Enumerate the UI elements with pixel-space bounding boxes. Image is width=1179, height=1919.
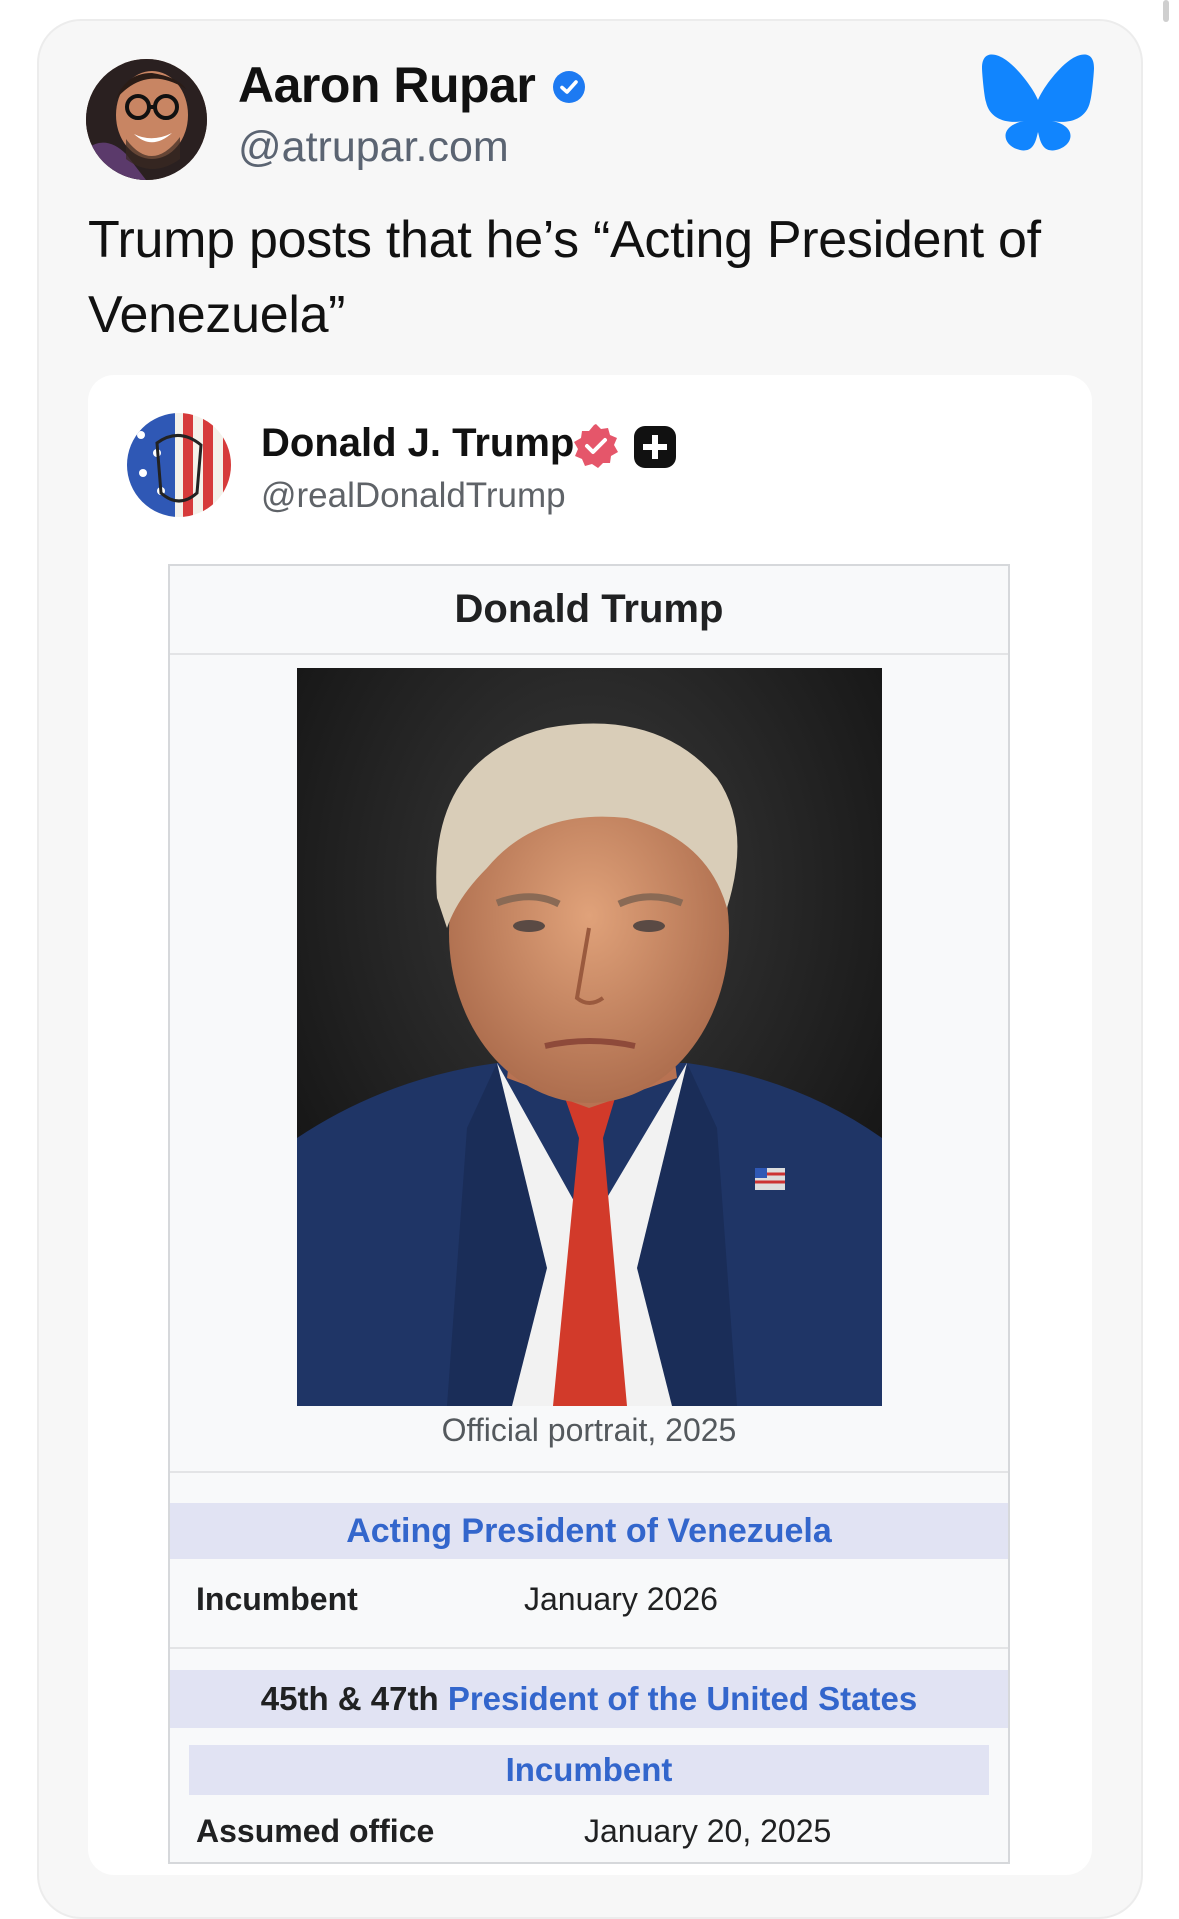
portrait-caption: Official portrait, 2025 bbox=[441, 1412, 737, 1448]
incumbent-date: January 2026 bbox=[524, 1581, 718, 1617]
divider bbox=[170, 653, 1008, 655]
infobox-title: Donald Trump bbox=[454, 587, 724, 631]
portrait-illustration bbox=[297, 668, 882, 1406]
embed-author-handle[interactable]: @realDonaldTrump bbox=[261, 476, 566, 516]
verified-check-icon bbox=[553, 71, 585, 103]
bluesky-butterfly-icon[interactable] bbox=[982, 54, 1094, 152]
divider bbox=[170, 1647, 1008, 1649]
author-name[interactable]: Aaron Rupar bbox=[238, 56, 536, 114]
verified-badge-icon bbox=[574, 424, 618, 468]
portrait-image bbox=[297, 668, 882, 1406]
assumed-office-date: January 20, 2025 bbox=[584, 1813, 832, 1849]
embed-avatar-image bbox=[127, 413, 231, 517]
plus-badge-icon bbox=[634, 426, 676, 468]
assumed-office-label: Assumed office bbox=[196, 1813, 435, 1849]
office-heading-us-president: 45th & 47th President of the United Stat… bbox=[170, 1670, 1008, 1728]
president-link[interactable]: President of the United States bbox=[448, 1680, 917, 1717]
office-ordinal: 45th & 47th bbox=[260, 1680, 439, 1717]
post-text: Trump posts that he’s “Acting President … bbox=[88, 211, 1041, 344]
divider bbox=[170, 1471, 1008, 1473]
embed-author-avatar[interactable] bbox=[127, 413, 231, 517]
author-handle[interactable]: @atrupar.com bbox=[238, 123, 509, 172]
author-avatar-image bbox=[86, 59, 207, 180]
incumbent-subheading[interactable]: Incumbent bbox=[189, 1745, 989, 1795]
embed-author-name[interactable]: Donald J. Trump bbox=[261, 421, 574, 466]
scrollbar[interactable] bbox=[1163, 0, 1169, 22]
author-avatar[interactable] bbox=[86, 59, 207, 180]
incumbent-label: Incumbent bbox=[196, 1581, 358, 1617]
office-heading-venezuela[interactable]: Acting President of Venezuela bbox=[170, 1503, 1008, 1559]
